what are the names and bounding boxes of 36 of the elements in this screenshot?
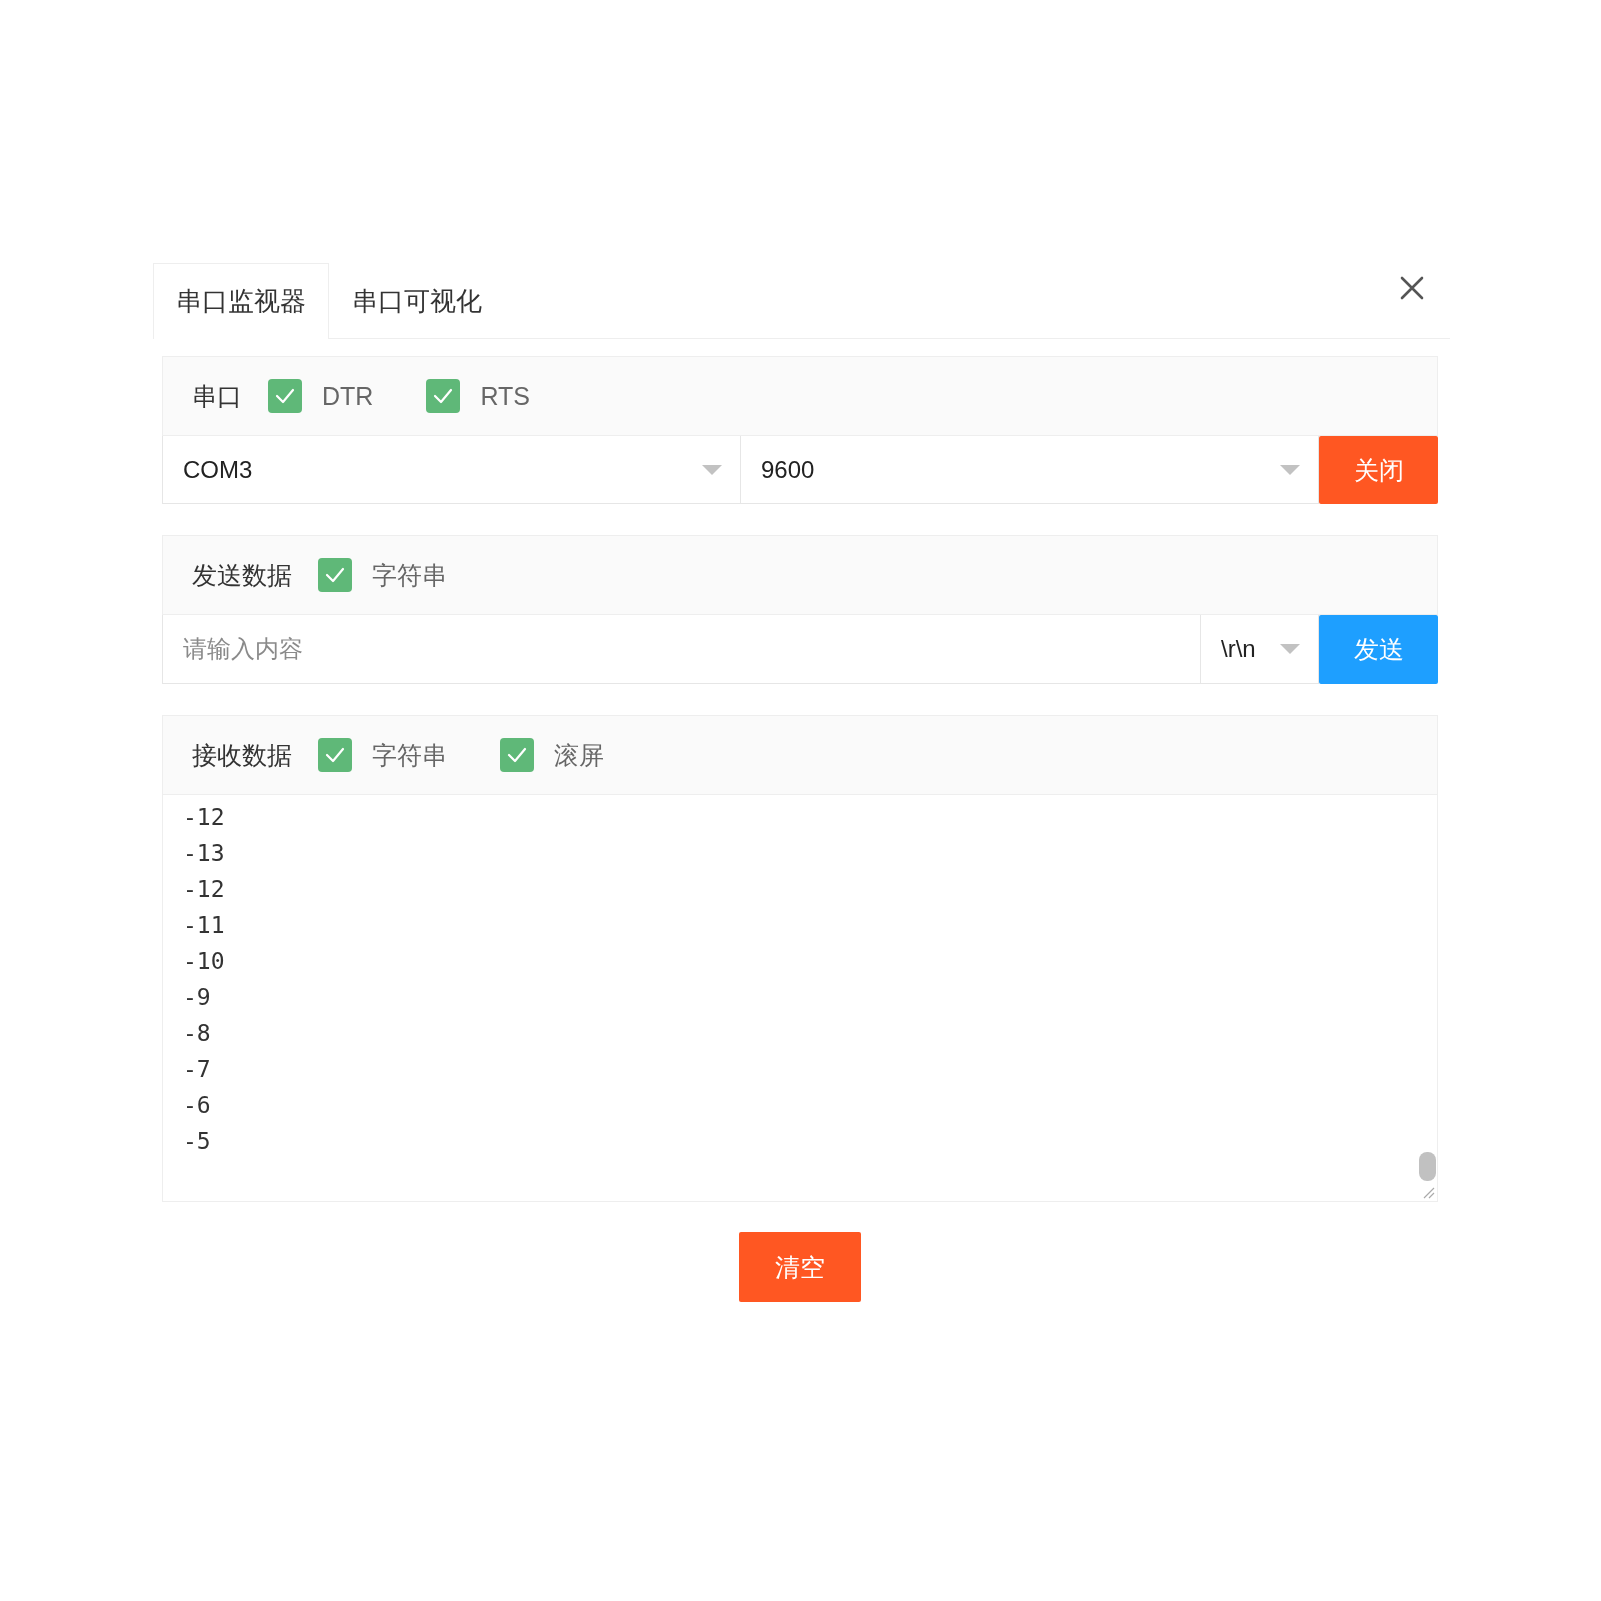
line-ending-select[interactable]: \r\n [1201, 615, 1319, 684]
resize-handle-icon[interactable] [1423, 1187, 1435, 1199]
checkbox-label: RTS [480, 381, 530, 411]
checkbox[interactable] [268, 379, 302, 413]
checkbox-label: DTR [322, 381, 374, 411]
received-line: -10 [183, 947, 225, 976]
checkbox[interactable] [318, 558, 352, 592]
received-line: -12 [183, 875, 225, 904]
caret-icon [702, 464, 722, 475]
close-icon[interactable] [1400, 276, 1424, 300]
tab[interactable]: 串口监视器 [153, 263, 329, 339]
received-line: -7 [183, 1055, 211, 1084]
checkbox-label: 滚屏 [554, 739, 604, 771]
received-line: -13 [183, 839, 225, 868]
checkbox[interactable] [500, 738, 534, 772]
received-line: -6 [183, 1091, 211, 1120]
section-title: 串口 [192, 380, 242, 412]
checkbox-label: 字符串 [372, 739, 447, 771]
message-input[interactable]: 请输入内容 [162, 615, 1201, 684]
tab[interactable]: 串口可视化 [329, 263, 505, 339]
scrollbar-thumb[interactable] [1419, 1152, 1436, 1181]
received-line: -9 [183, 983, 211, 1012]
checkbox-label: 字符串 [372, 559, 447, 591]
caret-icon [1280, 464, 1300, 475]
baud-rate-select[interactable]: 9600 [741, 436, 1319, 504]
port-select[interactable]: COM3 [162, 436, 741, 504]
checkbox[interactable] [318, 738, 352, 772]
caret-icon [1280, 644, 1300, 654]
section-title: 发送数据 [192, 559, 292, 591]
checkbox[interactable] [426, 379, 461, 413]
received-line: -5 [183, 1127, 211, 1156]
section-title: 接收数据 [192, 739, 292, 771]
received-line: -12 [183, 803, 225, 832]
output-textarea[interactable]: -12 -13 -12 -11 -10 -9 -8 -7 -6 -5 [162, 795, 1438, 1202]
received-line: -8 [183, 1019, 211, 1048]
received-line: -11 [183, 911, 225, 940]
